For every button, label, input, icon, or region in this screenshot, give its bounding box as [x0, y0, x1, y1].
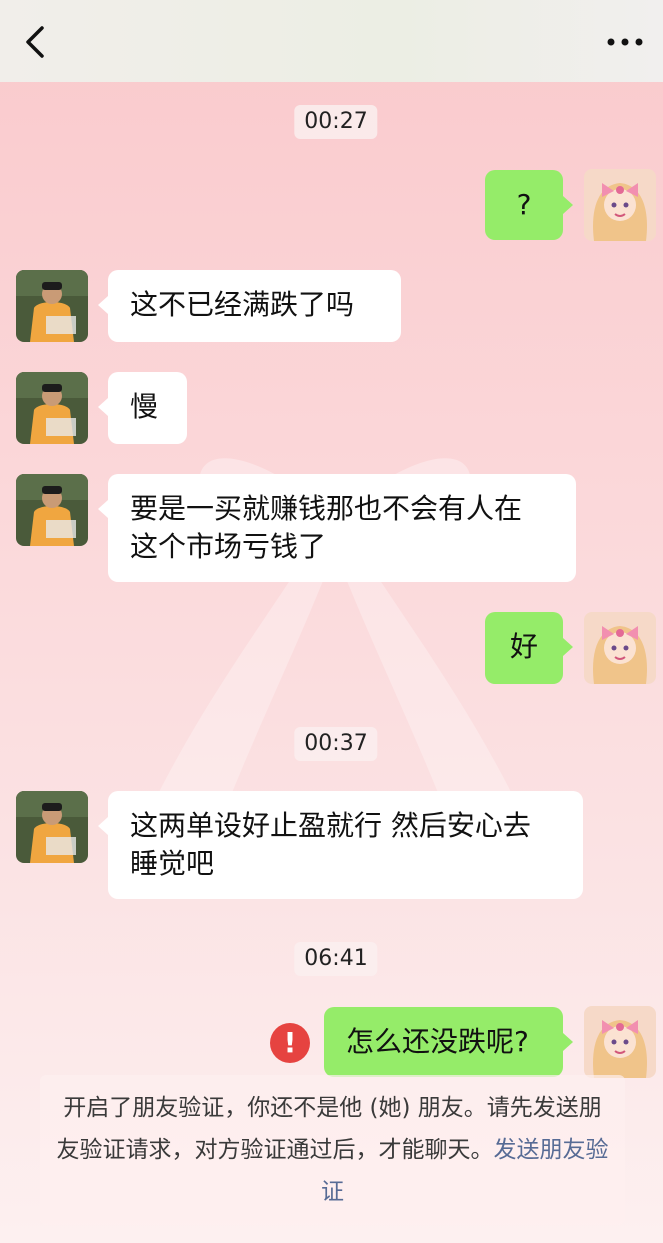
- send-failed-icon[interactable]: !: [270, 1023, 310, 1063]
- friend-verification-notice: 开启了朋友验证，你还不是他 (她) 朋友。请先发送朋友验证请求，对方验证通过后，…: [40, 1075, 625, 1225]
- timestamp: 00:37: [294, 727, 378, 761]
- message-text: 好: [509, 630, 538, 663]
- avatar-self[interactable]: [584, 169, 656, 241]
- message-text: 慢: [130, 390, 159, 423]
- message-text: 怎么还没跌呢?: [346, 1025, 529, 1058]
- message-text-line: 这两单设好止盈就行 然后安心去: [130, 809, 531, 842]
- avatar-self[interactable]: [584, 1006, 656, 1078]
- message-bubble-incoming[interactable]: 要是一买就赚钱那也不会有人在 这个市场亏钱了: [98, 474, 576, 582]
- message-text-line: 睡觉吧: [130, 847, 215, 880]
- timestamp: 06:41: [294, 942, 378, 976]
- message-bubble-incoming[interactable]: 慢: [98, 372, 187, 444]
- timestamp: 00:27: [294, 105, 378, 139]
- message-text: 这不已经满跌了吗: [130, 288, 355, 321]
- send-failed-mark: !: [283, 1026, 297, 1059]
- message-bubble-incoming[interactable]: 这不已经满跌了吗: [98, 270, 401, 342]
- avatar-contact[interactable]: [16, 791, 88, 863]
- message-bubble-incoming[interactable]: 这两单设好止盈就行 然后安心去 睡觉吧: [98, 791, 583, 899]
- message-text: ?: [516, 188, 532, 221]
- top-bar: [0, 0, 663, 82]
- message-bubble-outgoing[interactable]: 好: [485, 612, 573, 684]
- more-dots-icon[interactable]: [605, 30, 645, 54]
- chevron-left-icon[interactable]: [18, 22, 54, 62]
- message-bubble-outgoing[interactable]: 怎么还没跌呢?: [324, 1007, 573, 1077]
- message-text-line: 要是一买就赚钱那也不会有人在: [130, 492, 523, 525]
- avatar-contact[interactable]: [16, 372, 88, 444]
- message-bubble-outgoing[interactable]: ?: [485, 170, 573, 240]
- avatar-contact[interactable]: [16, 474, 88, 546]
- avatar-contact[interactable]: [16, 270, 88, 342]
- message-text-line: 这个市场亏钱了: [130, 530, 327, 563]
- avatar-self[interactable]: [584, 612, 656, 684]
